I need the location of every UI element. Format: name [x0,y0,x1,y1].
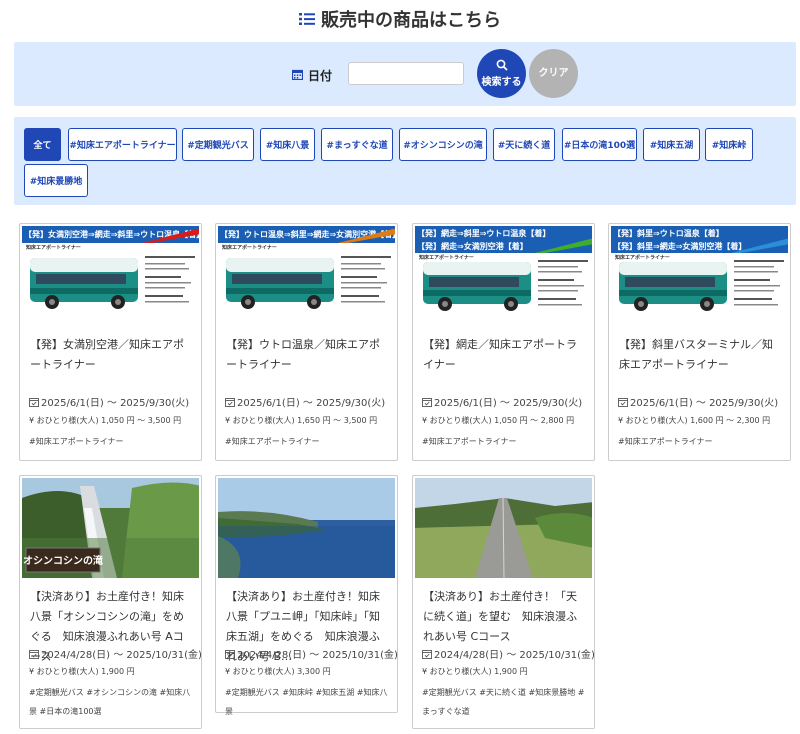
bus-illustration [423,238,592,311]
product-card[interactable]: 【発】ウトロ温泉⇒斜里⇒網走⇒女満別空港【着】 知床エアポートライナー 【発】ウ… [215,223,398,461]
card-tags: #知床エアポートライナー [225,437,320,446]
list-icon [299,13,315,25]
card-date: 2024/4/28(日) 〜 2025/10/31(金) [422,646,595,661]
road-photo [415,478,592,578]
clear-button-label: クリア [538,68,569,79]
card-date: 2025/6/1(日) 〜 2025/9/30(火) [618,394,778,409]
tag-shiretoko-hakkei[interactable]: #知床八景 [260,128,315,161]
product-card[interactable]: 【決済あり】お土産付き！知床八景「プユニ岬」「知床峠」「知床五湖」をめぐる 知床… [215,475,398,716]
card-date-text: 2025/6/1(日) 〜 2025/9/30(火) [41,398,190,409]
road-image [415,478,592,578]
tag-shiretoko-goko[interactable]: #知床五湖 [643,128,700,161]
product-card[interactable]: 【発】斜里⇒ウトロ温泉【着】 【発】斜里⇒網走⇒女満別空港【着】 知床エアポート… [608,223,791,461]
tag-massuguna-michi[interactable]: #まっすぐな道 [321,128,393,161]
card-tags: #定期観光バス #天に続く道 #知床景勝地 #まっすぐな道 [422,688,585,716]
banner-sub: 知床エアポートライナー [222,245,277,251]
tag-nihon-no-taki-100[interactable]: #日本の滝100選 [562,128,637,161]
tag-shiretoko-airport-liner[interactable]: #知床エアポートライナー [68,128,177,161]
calendar-icon [29,397,39,407]
tag-ten-ni-tsuzuku-michi[interactable]: #天に続く道 [493,128,555,161]
waterfall-sign-text: オシンコシンの滝 [23,554,103,567]
card-date: 2025/6/1(日) 〜 2025/9/30(火) [225,394,385,409]
card-price: ¥ おひとり様(大人) 1,050 円 〜 2,800 円 [422,416,575,425]
search-button[interactable]: 検索する [477,49,526,98]
calendar-icon [422,397,432,407]
product-card[interactable]: 【発】女満別空港⇒網走⇒斜里⇒ウトロ温泉【着】 知床エアポートライナー 【発】女… [19,223,202,461]
card-tags: #知床エアポートライナー [422,437,517,446]
tag-all[interactable]: 全て [24,128,61,161]
card-title: 【決済あり】お土産付き！「天に続く道」を望む 知床浪漫ふれあい号 Cコース [423,590,577,643]
calendar-icon [618,397,628,407]
tag-shiretoko-toge[interactable]: #知床峠 [705,128,753,161]
tag-teiki-kanko-bus[interactable]: #定期観光バス [182,128,254,161]
card-tags: #知床エアポートライナー [618,437,713,446]
bus-banner-image: 【発】ウトロ温泉⇒斜里⇒網走⇒女満別空港【着】 知床エアポートライナー [218,226,395,326]
tag-filter-panel: 全て #知床エアポートライナー #定期観光バス #知床八景 #まっすぐな道 #オ… [14,117,796,205]
card-date-text: 2025/6/1(日) 〜 2025/9/30(火) [630,398,779,409]
coast-photo [218,478,395,578]
date-label: 日付 [308,69,333,83]
search-icon [496,59,508,71]
card-date: 2024/4/28(日) 〜 2025/10/31(金) [225,646,398,661]
card-price: ¥ おひとり様(大人) 1,050 円 〜 3,500 円 [29,416,182,425]
card-date: 2025/6/1(日) 〜 2025/9/30(火) [29,394,189,409]
card-title: 【発】斜里バスターミナル／知床エアポートライナー [619,338,773,371]
product-card[interactable]: 【発】網走⇒斜里⇒ウトロ温泉【着】 【発】網走⇒女満別空港【着】 知床エアポート… [412,223,595,461]
card-price: ¥ おひとり様(大人) 1,900 円 [422,667,528,676]
card-title: 【発】ウトロ温泉／知床エアポートライナー [226,338,380,371]
clear-button[interactable]: クリア [529,49,578,98]
calendar-icon [422,649,432,659]
calendar-icon [292,69,303,80]
card-date-text: 2025/6/1(日) 〜 2025/9/30(火) [434,398,583,409]
waterfall-photo: オシンコシンの滝 [22,478,199,578]
calendar-icon [225,397,235,407]
card-date: 2024/4/28(日) 〜 2025/10/31(金) [29,646,202,661]
page-title-text: 販売中の商品はこちら [321,10,501,31]
bus-illustration [30,228,199,309]
card-tags: #定期観光バス #知床峠 #知床五湖 #知床八景 [225,688,388,716]
card-price: ¥ おひとり様(大人) 1,900 円 [29,667,135,676]
bus-banner-image: 【発】網走⇒斜里⇒ウトロ温泉【着】 【発】網走⇒女満別空港【着】 知床エアポート… [415,226,592,326]
product-card[interactable]: 【決済あり】お土産付き！「天に続く道」を望む 知床浪漫ふれあい号 Cコース 20… [412,475,595,729]
calendar-icon [225,649,235,659]
product-card[interactable]: オシンコシンの滝 【決済あり】お土産付き！知床八景「オシンコシンの滝」をめぐる … [19,475,202,729]
card-price: ¥ おひとり様(大人) 1,650 円 〜 3,500 円 [225,416,378,425]
card-date-text: 2024/4/28(日) 〜 2025/10/31(金) [237,650,398,661]
banner-sub: 知床エアポートライナー [26,245,81,251]
page-title: 販売中の商品はこちら [0,6,800,32]
card-title: 【発】女満別空港／知床エアポートライナー [30,338,184,371]
bus-illustration [226,228,395,309]
bus-banner-image: 【発】斜里⇒ウトロ温泉【着】 【発】斜里⇒網走⇒女満別空港【着】 知床エアポート… [611,226,788,326]
card-price: ¥ おひとり様(大人) 1,600 円 〜 2,300 円 [618,416,771,425]
banner-sub: 知床エアポートライナー [419,255,474,261]
waterfall-image: オシンコシンの滝 [22,478,199,578]
search-button-label: 検索する [481,77,522,88]
card-tags: #知床エアポートライナー [29,437,124,446]
coast-image [218,478,395,578]
card-date-text: 2025/6/1(日) 〜 2025/9/30(火) [237,398,386,409]
calendar-icon [29,649,39,659]
bus-illustration [619,238,788,311]
card-price: ¥ おひとり様(大人) 3,300 円 [225,667,331,676]
card-title: 【発】網走／知床エアポートライナー [423,338,577,371]
card-date-text: 2024/4/28(日) 〜 2025/10/31(金) [434,650,595,661]
banner-sub: 知床エアポートライナー [615,255,670,261]
bus-banner-image: 【発】女満別空港⇒網走⇒斜里⇒ウトロ温泉【着】 知床エアポートライナー [22,226,199,326]
card-date: 2025/6/1(日) 〜 2025/9/30(火) [422,394,582,409]
tag-oshinkoshin-falls[interactable]: #オシンコシンの滝 [399,128,487,161]
search-panel: 日付 検索する クリア [14,42,796,106]
date-input[interactable] [348,62,464,85]
card-tags: #定期観光バス #オシンコシンの滝 #知床八景 #日本の滝100選 [29,688,191,716]
card-date-text: 2024/4/28(日) 〜 2025/10/31(金) [41,650,202,661]
tag-shiretoko-keishochi[interactable]: #知床景勝地 [24,164,88,197]
